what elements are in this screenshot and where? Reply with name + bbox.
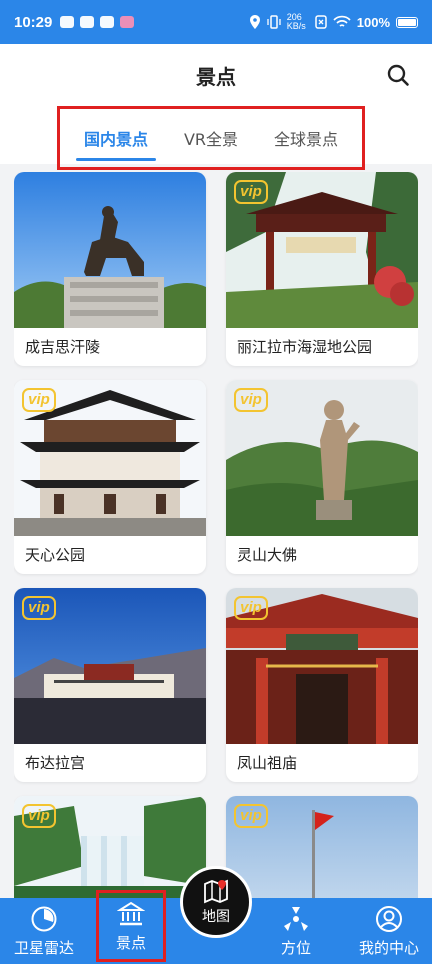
spot-image: vip	[226, 172, 418, 328]
spot-image: vip	[14, 588, 206, 744]
nav-my-center[interactable]: 我的中心	[346, 898, 432, 964]
vip-badge: vip	[22, 388, 56, 412]
page-title: 景点	[196, 64, 236, 89]
page-header: 景点	[0, 44, 432, 106]
vibrate-icon	[267, 15, 281, 29]
mail-icon	[60, 16, 75, 28]
tab-domestic-spots[interactable]: 国内景点	[75, 109, 156, 167]
app-icon	[80, 16, 95, 28]
spot-image: vip	[226, 588, 418, 744]
status-right: 206 KB/s 100%	[249, 13, 418, 31]
battery-percentage: 100%	[356, 14, 390, 30]
spot-card[interactable]: vip 凤山祖庙	[226, 588, 418, 782]
tab-bar: 国内景点 VR全景 全球景点	[0, 106, 432, 170]
tab-group-highlight: 国内景点 VR全景 全球景点	[57, 106, 365, 170]
nav-label: 方位	[280, 938, 311, 957]
spot-card[interactable]: vip	[14, 796, 206, 898]
spot-card[interactable]: vip 灵山大佛	[226, 380, 418, 574]
spot-name: 丽江拉市海湿地公园	[237, 338, 373, 356]
tab-global-spots[interactable]: 全球景点	[266, 109, 346, 167]
nav-direction[interactable]: 方位	[256, 898, 336, 964]
nav-label: 卫星雷达	[13, 938, 74, 957]
user-icon	[376, 905, 402, 932]
spot-card[interactable]: vip 丽江拉市海湿地公园	[226, 172, 418, 366]
spot-image: vip	[14, 796, 206, 898]
nav-label: 我的中心	[358, 938, 419, 957]
status-time: 10:29	[14, 13, 53, 31]
nav-satellite-radar[interactable]: 卫星雷达	[4, 898, 84, 964]
spot-image: vip	[226, 380, 418, 536]
spot-card[interactable]: vip 布达拉宫	[14, 588, 206, 782]
radar-icon	[31, 906, 57, 931]
location-icon	[249, 15, 260, 29]
spot-image	[14, 172, 206, 328]
spot-image: vip	[226, 796, 418, 898]
search-icon[interactable]	[386, 63, 410, 87]
museum-icon	[117, 901, 145, 925]
spot-name: 天心公园	[25, 546, 86, 564]
map-button[interactable]: 地图	[180, 866, 252, 938]
vip-badge: vip	[234, 388, 268, 412]
vip-badge: vip	[234, 180, 268, 204]
compass-icon	[284, 906, 308, 931]
sim-icon	[315, 15, 327, 29]
wifi-icon	[333, 15, 351, 27]
vip-badge: vip	[234, 596, 268, 620]
spot-name: 凤山祖庙	[237, 754, 298, 772]
tab-vr-panorama[interactable]: VR全景	[176, 109, 246, 167]
spot-image: vip	[14, 380, 206, 536]
battery-icon	[396, 16, 418, 28]
nav-label: 景点	[115, 933, 146, 952]
vip-badge: vip	[22, 804, 56, 828]
spot-name: 布达拉宫	[25, 754, 86, 772]
app-icon	[100, 16, 115, 28]
spot-grid: 成吉思汗陵 vip 丽江拉市海湿地公园 vip 天心公园 vip 灵山大佛 vi…	[14, 172, 418, 898]
network-speed: 206 KB/s	[286, 12, 306, 31]
map-label: 地图	[202, 909, 230, 925]
notification-icons	[60, 16, 135, 28]
spot-name: 灵山大佛	[237, 546, 298, 564]
spot-name: 成吉思汗陵	[25, 338, 101, 356]
map-icon	[204, 879, 228, 904]
vip-badge: vip	[22, 596, 56, 620]
spot-card[interactable]: 成吉思汗陵	[14, 172, 206, 366]
spot-card[interactable]: vip 天心公园	[14, 380, 206, 574]
status-bar: 10:29 206 KB/s 100%	[0, 0, 432, 44]
vip-badge: vip	[234, 804, 268, 828]
app-icon	[120, 16, 135, 28]
spot-card[interactable]: vip	[226, 796, 418, 898]
nav-spots[interactable]: 景点	[96, 890, 166, 962]
